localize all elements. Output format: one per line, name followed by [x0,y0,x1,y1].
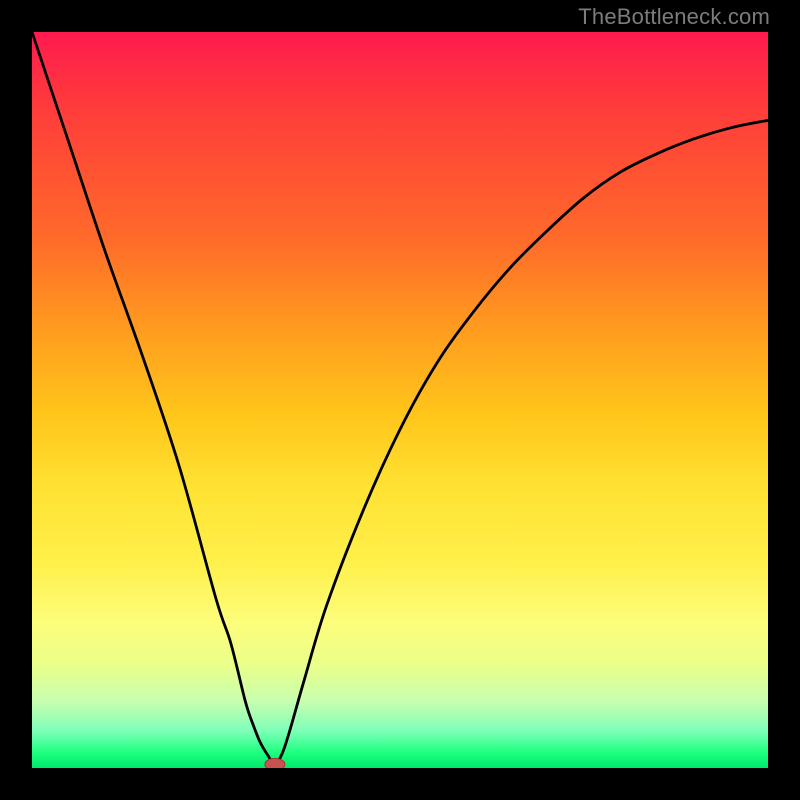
watermark-text: TheBottleneck.com [578,4,770,30]
chart-svg [32,32,768,768]
minimum-marker [265,758,285,768]
plot-area [32,32,768,768]
chart-frame: TheBottleneck.com [0,0,800,800]
bottleneck-curve [32,32,768,764]
